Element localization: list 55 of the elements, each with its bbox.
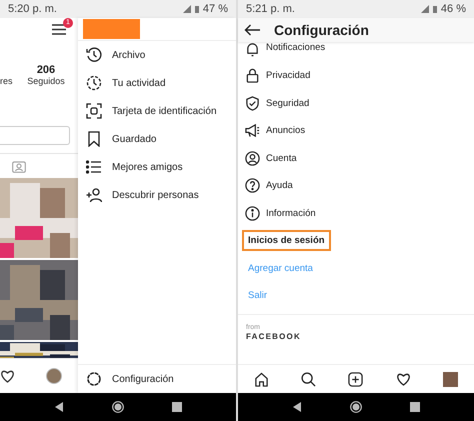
page-title: Configuración: [274, 22, 369, 38]
menu-icon[interactable]: [52, 24, 66, 34]
lock-icon: [245, 68, 260, 84]
redacted-username: [83, 19, 140, 39]
back-icon[interactable]: [292, 402, 302, 412]
settings-item[interactable]: Cuenta: [238, 144, 474, 172]
back-arrow-icon[interactable]: [244, 24, 260, 36]
settings-item[interactable]: Información: [238, 200, 474, 227]
drawer-item[interactable]: Descubrir personas: [78, 181, 236, 209]
settings-item[interactable]: Inicios de sesión: [242, 230, 331, 252]
brand-label: FACEBOOK: [246, 332, 302, 340]
drawer-item[interactable]: Tu actividad: [78, 69, 236, 97]
drawer-item[interactable]: Guardado: [78, 125, 236, 153]
add-person-icon: [86, 187, 102, 203]
home-icon[interactable]: [112, 401, 124, 413]
info-icon: [245, 206, 260, 221]
drawer-item[interactable]: Mejores amigos: [78, 153, 236, 181]
stat-label: Seguidos: [27, 76, 65, 86]
help-icon: [245, 178, 260, 194]
search-icon[interactable]: [301, 372, 316, 386]
person-icon: [245, 150, 260, 166]
settings-item[interactable]: Seguridad: [238, 90, 474, 117]
history-icon: [86, 47, 102, 63]
status-time: 5:21 p. m.: [246, 3, 295, 15]
drawer-item[interactable]: Archivo: [78, 41, 236, 69]
bookmark-icon: [86, 131, 102, 147]
signal-icon: [420, 5, 429, 13]
avatar[interactable]: [442, 372, 458, 386]
status-time: 5:20 p. m.: [8, 3, 57, 15]
avatar[interactable]: [46, 368, 62, 384]
heart-icon[interactable]: [396, 372, 411, 386]
battery-level: 46 %: [440, 3, 466, 15]
clock-icon: [86, 75, 102, 91]
settings-item[interactable]: Anuncios: [238, 117, 474, 144]
scan-frame-icon: [86, 103, 102, 119]
drawer-item[interactable]: Tarjeta de identificación: [78, 97, 236, 125]
settings-item[interactable]: Privacidad: [238, 62, 474, 90]
tagged-photo-icon[interactable]: [12, 160, 26, 172]
home-icon[interactable]: [350, 401, 362, 413]
home-icon[interactable]: [254, 372, 270, 386]
megaphone-icon: [245, 123, 260, 138]
battery-icon: [432, 6, 437, 12]
stat-value: 206: [36, 64, 56, 76]
settings-item[interactable]: Notificaciones: [238, 42, 474, 56]
battery-icon: [194, 6, 199, 12]
signal-icon: [182, 5, 191, 13]
settings-item[interactable]: Ayuda: [238, 172, 474, 200]
battery-level: 47 %: [202, 3, 228, 15]
heart-icon[interactable]: [0, 370, 15, 382]
bell-icon: [245, 42, 260, 57]
shield-icon: [245, 96, 260, 111]
add-post-icon[interactable]: [348, 372, 364, 386]
stat-label: res: [0, 76, 13, 86]
back-icon[interactable]: [54, 402, 64, 412]
list-icon: [86, 159, 102, 175]
